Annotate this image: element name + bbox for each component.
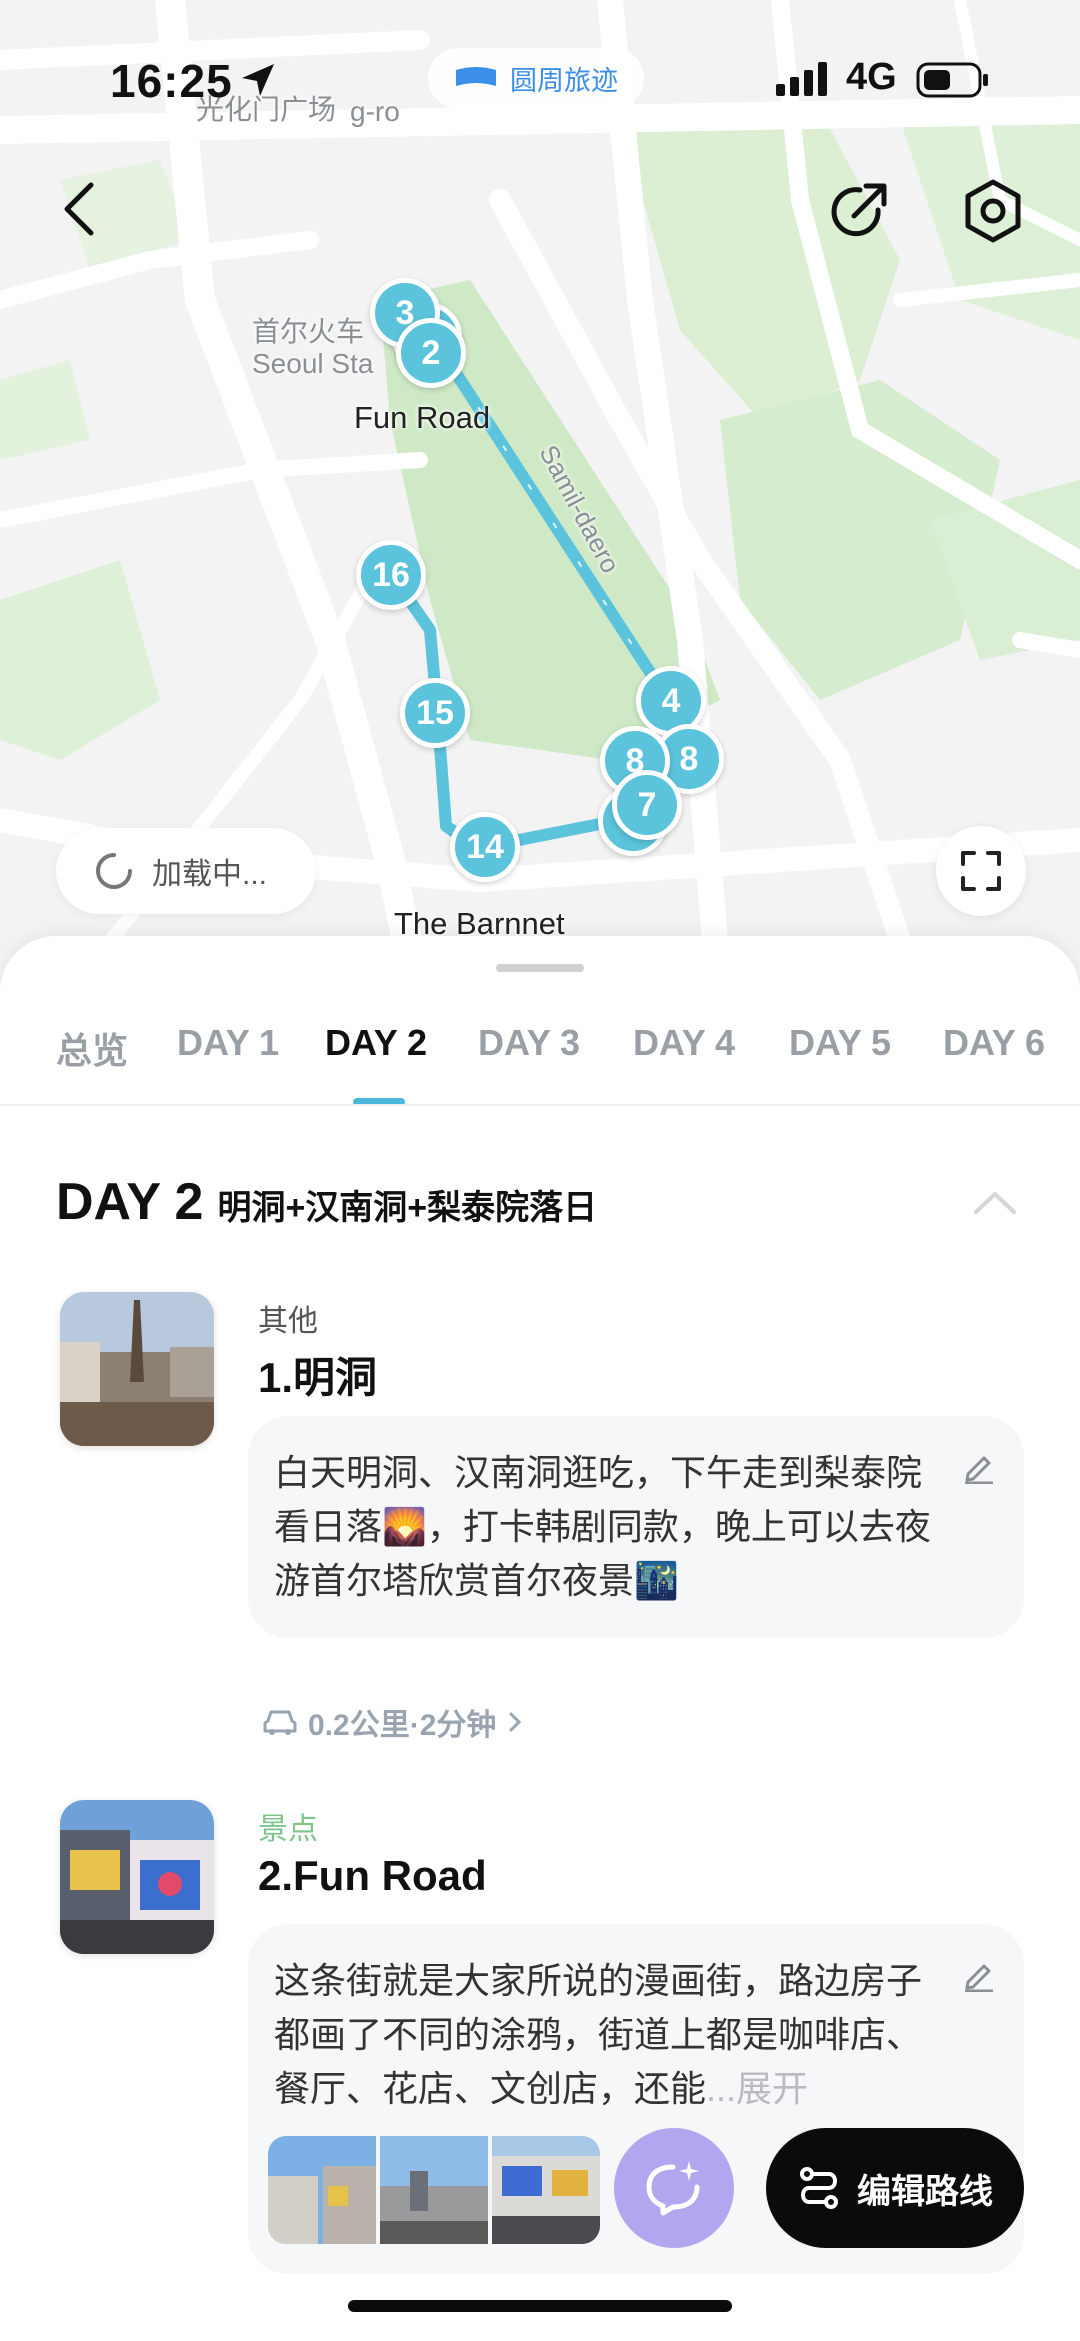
route-icon	[800, 2167, 838, 2209]
map-label-station-en: Seoul Sta	[252, 348, 374, 379]
share-button[interactable]	[824, 176, 894, 246]
expand-link[interactable]: ...展开	[706, 2068, 808, 2109]
spinner-icon	[96, 853, 132, 889]
tab-day-4[interactable]: DAY 4	[633, 1022, 735, 1064]
map-pin[interactable]: 7	[612, 770, 682, 840]
transit-info[interactable]: 0.2公里·2分钟	[262, 1700, 524, 1744]
network-type: 4G	[846, 56, 897, 98]
signal-icon	[776, 62, 827, 96]
poi-note-text: 白天明洞、汉南洞逛吃，下午走到梨泰院看日落🌄，打卡韩剧同款，晚上可以去夜游首尔塔…	[274, 1452, 931, 1601]
car-icon	[263, 1710, 297, 1735]
tab-day-2[interactable]: DAY 2	[325, 1022, 427, 1064]
ai-assistant-button[interactable]	[614, 2128, 734, 2248]
day-tabs: 总览 DAY 1 DAY 2 DAY 3 DAY 4 DAY 5 DAY 6	[0, 1022, 1080, 1106]
loading-text: 加载中...	[152, 858, 268, 891]
battery-icon	[916, 62, 988, 98]
app-screen: 光化门广场 g-ro 首尔火车 Seoul Sta Fun Road Samil…	[0, 0, 1080, 2341]
edit-route-button[interactable]: 编辑路线	[766, 2128, 1024, 2248]
poi-note[interactable]: 白天明洞、汉南洞逛吃，下午走到梨泰院看日落🌄，打卡韩剧同款，晚上可以去夜游首尔塔…	[248, 1416, 1024, 1638]
map-pin[interactable]: 2	[396, 318, 466, 388]
map-pin[interactable]: 15	[400, 678, 470, 748]
map-label-station-cn: 首尔火车	[252, 316, 365, 347]
edit-pencil-icon[interactable]	[962, 1450, 996, 1484]
status-bar: 16:25 圆周旅迹 4G	[0, 48, 1080, 108]
edit-route-label: 编辑路线	[857, 2172, 993, 2211]
transit-text: 0.2公里·2分钟	[308, 1709, 497, 1742]
map-pin[interactable]: 14	[450, 812, 520, 882]
chevron-right-icon	[509, 1712, 522, 1732]
photo-thumbnail[interactable]	[492, 2136, 600, 2244]
ai-chat-icon	[646, 2161, 700, 2216]
app-pill-label: 圆周旅迹	[510, 65, 618, 96]
poi-photo[interactable]	[60, 1292, 214, 1446]
fullscreen-button[interactable]	[936, 826, 1026, 916]
map-label-fun-road: Fun Road	[354, 400, 491, 435]
gear-icon	[965, 179, 1021, 243]
photo-thumbnail[interactable]	[268, 2136, 376, 2244]
poi-photo-strip[interactable]	[268, 2136, 600, 2244]
chevron-left-icon	[64, 182, 94, 236]
tab-day-1[interactable]: DAY 1	[177, 1022, 279, 1064]
tab-day-6[interactable]: DAY 6	[943, 1022, 1045, 1064]
settings-button[interactable]	[958, 176, 1028, 246]
tab-overview[interactable]: 总览	[56, 1022, 128, 1074]
poi-name[interactable]: 2.Fun Road	[258, 1852, 487, 1900]
poi-category: 景点	[258, 1813, 318, 1846]
edit-pencil-icon[interactable]	[962, 1958, 996, 1992]
day-header: DAY 2 明洞+汉南洞+梨泰院落日	[56, 1172, 597, 1232]
app-logo-icon	[456, 67, 496, 86]
share-icon	[831, 183, 887, 237]
loading-indicator: 加载中...	[56, 828, 316, 914]
location-arrow-icon	[242, 64, 274, 96]
poi-category: 其他	[258, 1305, 318, 1338]
tab-day-5[interactable]: DAY 5	[789, 1022, 891, 1064]
app-pill[interactable]: 圆周旅迹	[428, 48, 644, 108]
poi-name[interactable]: 1.明洞	[258, 1344, 377, 1405]
day-subtitle: 明洞+汉南洞+梨泰院落日	[217, 1189, 598, 1227]
day-title: DAY 2	[56, 1173, 204, 1231]
tab-day-3[interactable]: DAY 3	[478, 1022, 580, 1064]
route-map[interactable]: 光化门广场 g-ro 首尔火车 Seoul Sta Fun Road Samil…	[0, 0, 1080, 1000]
back-button[interactable]	[48, 174, 108, 244]
home-indicator[interactable]	[348, 2300, 732, 2312]
itinerary-sheet[interactable]: 总览 DAY 1 DAY 2 DAY 3 DAY 4 DAY 5 DAY 6 D…	[0, 936, 1080, 2341]
map-pin[interactable]: 16	[356, 540, 426, 610]
tabs-divider	[0, 1104, 1080, 1106]
sheet-drag-handle[interactable]	[496, 964, 584, 972]
chevron-up-icon[interactable]	[972, 1188, 1018, 1216]
expand-icon	[961, 851, 1001, 891]
poi-photo[interactable]	[60, 1800, 214, 1954]
poi-note-text: 这条街就是大家所说的漫画街，路边房子都画了不同的涂鸦，街道上都是咖啡店、餐厅、花…	[274, 1960, 923, 2109]
status-time: 16:25	[110, 55, 233, 107]
photo-thumbnail[interactable]	[380, 2136, 488, 2244]
